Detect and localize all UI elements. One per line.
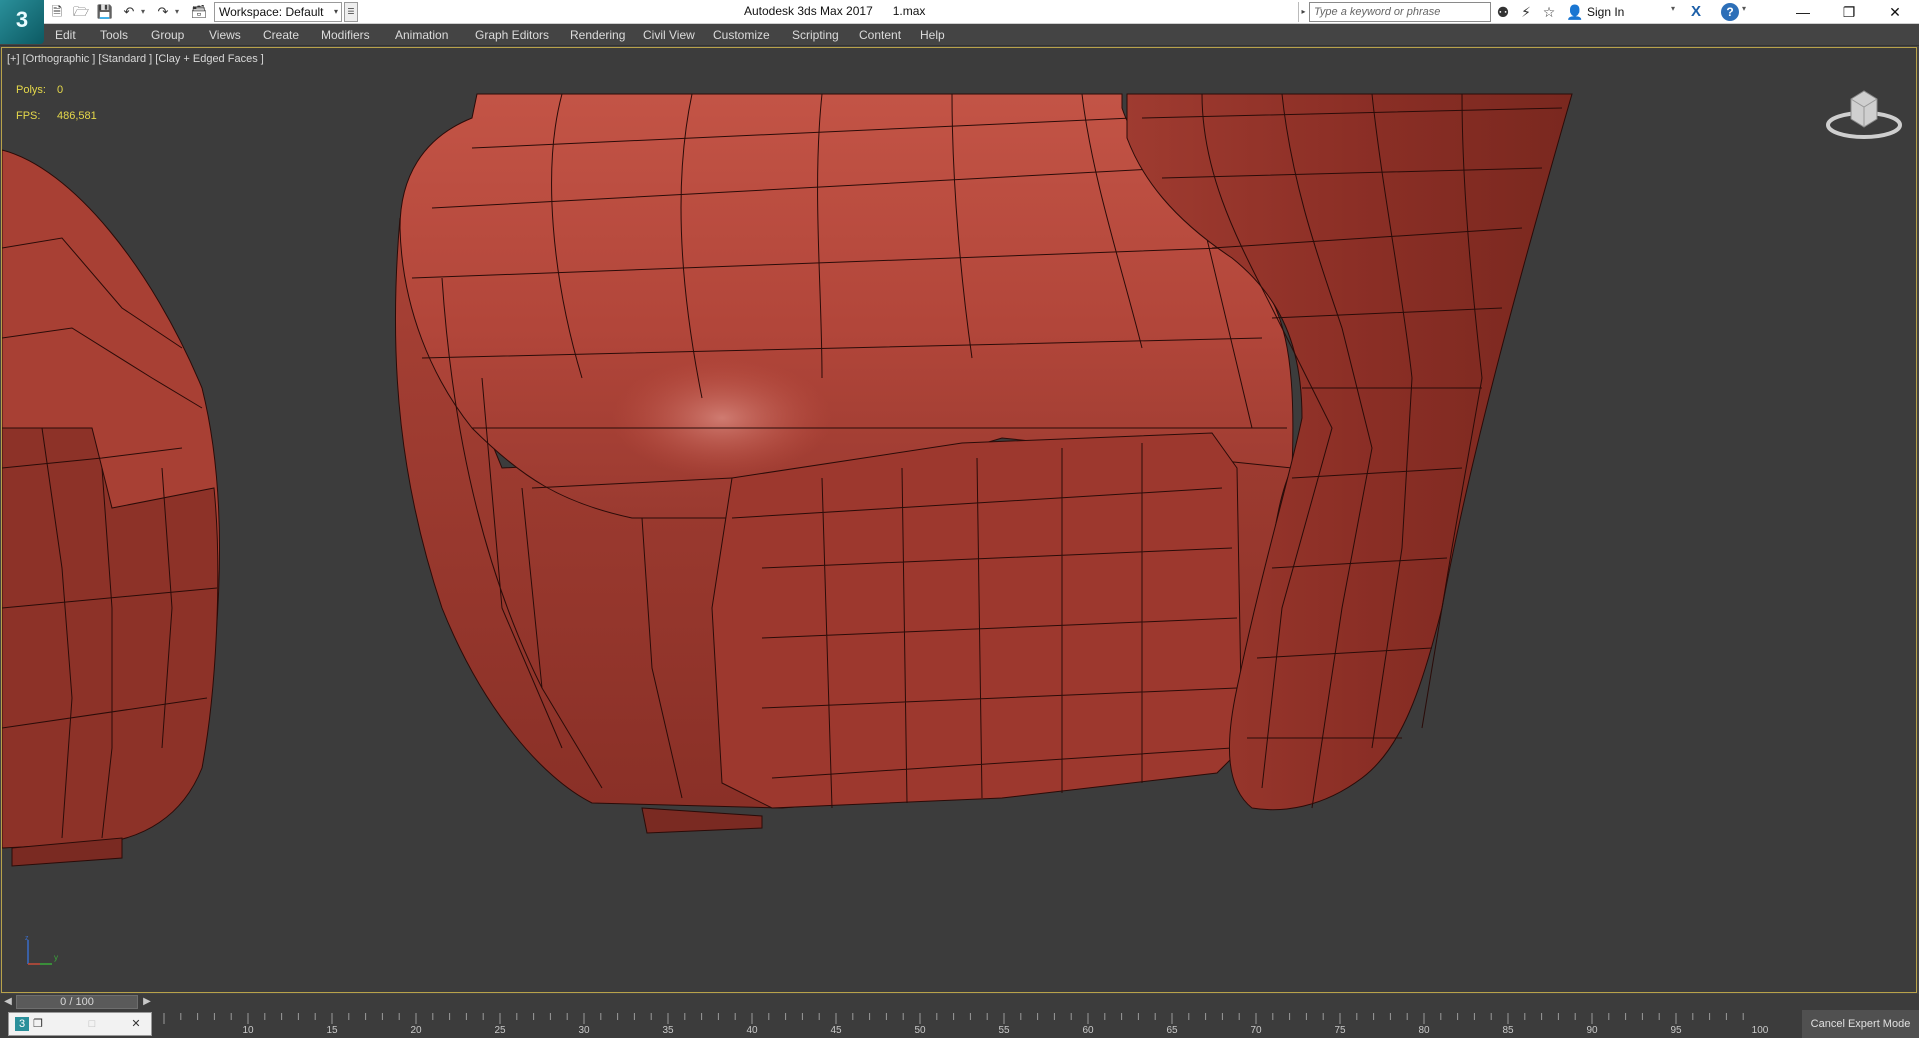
search-input[interactable]: Type a keyword or phrase xyxy=(1309,2,1491,22)
restore-icon[interactable]: ❐ xyxy=(1826,0,1872,24)
menu-content[interactable]: Content xyxy=(859,27,901,43)
menu-scripting[interactable]: Scripting xyxy=(792,27,839,43)
fps-label: FPS: xyxy=(16,110,41,122)
restore-icon[interactable]: ❐ xyxy=(31,1017,45,1031)
frame-tick-label: 20 xyxy=(410,1025,422,1036)
help-button[interactable]: ? xyxy=(1721,3,1739,21)
menu-views[interactable]: Views xyxy=(209,27,241,43)
app-logo-label: 3 xyxy=(15,7,29,32)
app-logo-icon: 3 xyxy=(15,1017,29,1031)
menu-modifiers[interactable]: Modifiers xyxy=(321,27,370,43)
menu-group[interactable]: Group xyxy=(151,27,184,43)
frame-tick-label: 10 xyxy=(242,1025,254,1036)
time-slider-bar: ◀ 0 / 100 ▶ xyxy=(0,994,1919,1010)
undo-dropdown-icon[interactable]: ▾ xyxy=(139,4,147,20)
viewport-label-menu[interactable]: [+] [Orthographic ] [Standard ] [Clay + … xyxy=(7,53,264,65)
frame-tick-label: 70 xyxy=(1250,1025,1262,1036)
frame-tick-label: 50 xyxy=(914,1025,926,1036)
save-icon[interactable]: 💾 xyxy=(96,3,114,21)
menu-rendering[interactable]: Rendering xyxy=(570,27,625,43)
cancel-expert-mode-button[interactable]: Cancel Expert Mode xyxy=(1802,1010,1919,1038)
time-slider[interactable]: 0 / 100 xyxy=(16,995,138,1009)
frame-tick-label: 90 xyxy=(1586,1025,1598,1036)
frame-tick-label: 75 xyxy=(1334,1025,1346,1036)
close-icon[interactable]: ✕ xyxy=(129,1017,143,1031)
sofa-mesh-render[interactable] xyxy=(2,48,1917,993)
menu-help[interactable]: Help xyxy=(920,27,945,43)
maximize-icon[interactable]: □ xyxy=(85,1017,99,1031)
menu-graph-editors[interactable]: Graph Editors xyxy=(475,27,549,43)
customize-quick-access-button[interactable]: ☰ xyxy=(344,2,358,22)
title-bar: 3 🗎 🗁 💾 ↶ ▾ ↷ ▾ 🗃 Workspace: Default ▾ ☰ … xyxy=(0,0,1919,44)
frame-tick-label: 30 xyxy=(578,1025,590,1036)
frame-tick-label: 55 xyxy=(998,1025,1010,1036)
minimize-icon[interactable]: — xyxy=(1780,0,1826,24)
menu-tools[interactable]: Tools xyxy=(100,27,128,43)
project-folder-icon[interactable]: 🗃 xyxy=(190,3,208,21)
fps-value: 486,581 xyxy=(57,110,97,122)
menu-civil-view[interactable]: Civil View xyxy=(643,27,695,43)
new-file-icon[interactable]: 🗎 xyxy=(48,3,66,21)
window-thumbnail[interactable]: 3 ❐ □ ✕ xyxy=(8,1012,152,1036)
previous-frame-icon[interactable]: ◀ xyxy=(2,995,14,1009)
menu-animation[interactable]: Animation xyxy=(395,27,448,43)
frame-tick-label: 95 xyxy=(1670,1025,1682,1036)
main-menu-bar: Edit Tools Group Views Create Modifiers … xyxy=(0,24,1919,46)
favorites-star-icon[interactable]: ☆ xyxy=(1540,3,1558,21)
svg-text:z: z xyxy=(25,936,29,942)
sign-in-button[interactable]: Sign In xyxy=(1587,5,1624,19)
redo-icon[interactable]: ↷ xyxy=(154,3,172,21)
frame-tick-label: 35 xyxy=(662,1025,674,1036)
menu-customize[interactable]: Customize xyxy=(713,27,770,43)
chevron-down-icon[interactable]: ▾ xyxy=(1671,4,1675,13)
application-menu-button[interactable]: 3 xyxy=(0,0,44,44)
window-title: Autodesk 3ds Max 2017 1.max xyxy=(744,4,926,18)
orthographic-viewport[interactable]: [+] [Orthographic ] [Standard ] [Clay + … xyxy=(1,47,1917,993)
frame-tick-label: 100 xyxy=(1751,1025,1769,1036)
autodesk-exchange-icon[interactable]: X xyxy=(1686,3,1706,21)
binoculars-icon[interactable]: ⚉ xyxy=(1494,3,1512,21)
menu-create[interactable]: Create xyxy=(263,27,299,43)
infocenter-toggle-icon[interactable]: ▸ xyxy=(1298,2,1308,22)
workspace-label: Workspace: Default xyxy=(219,5,324,19)
user-icon: 👤 xyxy=(1566,4,1584,20)
menu-edit[interactable]: Edit xyxy=(55,27,76,43)
frame-tick-label: 60 xyxy=(1082,1025,1094,1036)
close-icon[interactable]: ✕ xyxy=(1872,0,1918,24)
frame-tick-label: 80 xyxy=(1418,1025,1430,1036)
left-sofa-module xyxy=(2,149,220,867)
frame-tick-label: 85 xyxy=(1502,1025,1514,1036)
track-bar[interactable]: 10 15 20 25 30 35 40 45 50 55 60 65 70 75 80 85 90 95 100 … xyxy=(0,1010,1919,1038)
next-frame-icon[interactable]: ▶ xyxy=(141,995,153,1009)
polys-value: 0 xyxy=(57,84,64,96)
axis-tripod-icon: y z xyxy=(25,936,58,965)
chevron-down-icon: ▾ xyxy=(333,7,338,16)
frame-tick-label: 40 xyxy=(746,1025,758,1036)
workspace-dropdown[interactable]: Workspace: Default ▾ xyxy=(214,2,342,22)
undo-icon[interactable]: ↶ xyxy=(120,3,138,21)
frame-tick-label: 15 xyxy=(326,1025,338,1036)
svg-text:y: y xyxy=(54,953,58,962)
redo-dropdown-icon[interactable]: ▾ xyxy=(173,4,181,20)
polys-label: Polys: xyxy=(16,84,46,96)
frame-tick-label: 45 xyxy=(830,1025,842,1036)
open-file-icon[interactable]: 🗁 xyxy=(72,3,90,21)
communication-center-icon[interactable]: ⚡ xyxy=(1517,3,1535,21)
main-sofa-seat xyxy=(394,93,1294,834)
viewcube-icon[interactable] xyxy=(1825,81,1903,145)
chevron-down-icon[interactable]: ▾ xyxy=(1742,4,1746,13)
frame-tick-label: 65 xyxy=(1166,1025,1178,1036)
frame-tick-label: 25 xyxy=(494,1025,506,1036)
